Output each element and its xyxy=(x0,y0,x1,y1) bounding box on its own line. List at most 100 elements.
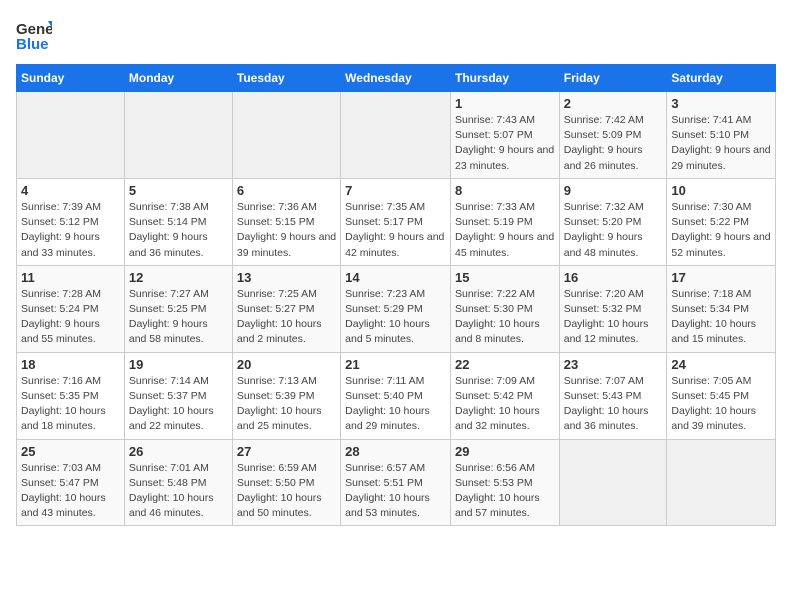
day-info: Sunrise: 7:36 AM Sunset: 5:15 PM Dayligh… xyxy=(237,200,336,261)
day-info: Sunrise: 7:25 AM Sunset: 5:27 PM Dayligh… xyxy=(237,287,336,348)
day-number: 17 xyxy=(671,270,771,285)
day-info: Sunrise: 7:41 AM Sunset: 5:10 PM Dayligh… xyxy=(671,113,771,174)
day-info: Sunrise: 7:05 AM Sunset: 5:45 PM Dayligh… xyxy=(671,374,771,435)
logo-icon: General Blue xyxy=(16,16,52,52)
calendar-cell: 8Sunrise: 7:33 AM Sunset: 5:19 PM Daylig… xyxy=(450,178,559,265)
calendar-cell: 18 Sunrise: 7:16 AM Sunset: 5:35 PM Dayli… xyxy=(17,352,125,439)
day-number: 1 xyxy=(455,96,555,111)
day-number: 2 xyxy=(564,96,663,111)
day-info: Sunrise: 7:28 AM Sunset: 5:24 PM Dayligh… xyxy=(21,287,120,348)
day-number: 9 xyxy=(564,183,663,198)
day-info: Sunrise: 7:18 AM Sunset: 5:34 PM Dayligh… xyxy=(671,287,771,348)
day-info: Sunrise: 7:03 AM Sunset: 5:47 PM Dayligh… xyxy=(21,461,120,522)
weekday-header-thursday: Thursday xyxy=(450,65,559,92)
day-info: Sunrise: 7:01 AM Sunset: 5:48 PM Dayligh… xyxy=(129,461,228,522)
calendar-cell: 6 Sunrise: 7:36 AM Sunset: 5:15 PM Daylig… xyxy=(232,178,340,265)
weekday-header-sunday: Sunday xyxy=(17,65,125,92)
day-number: 25 xyxy=(21,444,120,459)
calendar-body: 1 Sunrise: 7:43 AM Sunset: 5:07 PM Daylig… xyxy=(17,92,776,526)
day-info: Sunrise: 7:39 AM Sunset: 5:12 PM Dayligh… xyxy=(21,200,120,261)
calendar-cell xyxy=(17,92,125,179)
calendar-cell: 11 Sunrise: 7:28 AM Sunset: 5:24 PM Dayli… xyxy=(17,265,125,352)
day-number: 22 xyxy=(455,357,555,372)
logo: General Blue xyxy=(16,16,56,52)
day-number: 26 xyxy=(129,444,228,459)
calendar-cell: 15 Sunrise: 7:22 AM Sunset: 5:30 PM Dayli… xyxy=(450,265,559,352)
day-number: 18 xyxy=(21,357,120,372)
calendar-cell: 29 Sunrise: 6:56 AM Sunset: 5:53 PM Dayli… xyxy=(450,439,559,526)
day-info: Sunrise: 7:35 AM Sunset: 5:17 PM Dayligh… xyxy=(345,200,446,261)
calendar-cell: 22 Sunrise: 7:09 AM Sunset: 5:42 PM Dayli… xyxy=(450,352,559,439)
day-info: Sunrise: 7:22 AM Sunset: 5:30 PM Dayligh… xyxy=(455,287,555,348)
calendar-week-row: 25 Sunrise: 7:03 AM Sunset: 5:47 PM Dayli… xyxy=(17,439,776,526)
day-number: 3 xyxy=(671,96,771,111)
day-number: 19 xyxy=(129,357,228,372)
day-number: 12 xyxy=(129,270,228,285)
day-number: 15 xyxy=(455,270,555,285)
calendar-cell xyxy=(559,439,667,526)
calendar-table: SundayMondayTuesdayWednesdayThursdayFrid… xyxy=(16,64,776,526)
day-number: 10 xyxy=(671,183,771,198)
day-number: 20 xyxy=(237,357,336,372)
page-header: General Blue xyxy=(16,16,776,52)
day-number: 7 xyxy=(345,183,446,198)
day-info: Sunrise: 7:38 AM Sunset: 5:14 PM Dayligh… xyxy=(129,200,228,261)
calendar-cell: 7 Sunrise: 7:35 AM Sunset: 5:17 PM Daylig… xyxy=(341,178,451,265)
day-number: 27 xyxy=(237,444,336,459)
day-number: 5 xyxy=(129,183,228,198)
day-info: Sunrise: 7:27 AM Sunset: 5:25 PM Dayligh… xyxy=(129,287,228,348)
calendar-cell xyxy=(232,92,340,179)
calendar-cell: 4 Sunrise: 7:39 AM Sunset: 5:12 PM Daylig… xyxy=(17,178,125,265)
day-number: 24 xyxy=(671,357,771,372)
calendar-cell: 21Sunrise: 7:11 AM Sunset: 5:40 PM Dayli… xyxy=(341,352,451,439)
calendar-week-row: 11 Sunrise: 7:28 AM Sunset: 5:24 PM Dayli… xyxy=(17,265,776,352)
svg-text:Blue: Blue xyxy=(16,36,49,52)
weekday-header-tuesday: Tuesday xyxy=(232,65,340,92)
day-info: Sunrise: 6:59 AM Sunset: 5:50 PM Dayligh… xyxy=(237,461,336,522)
day-info: Sunrise: 6:57 AM Sunset: 5:51 PM Dayligh… xyxy=(345,461,446,522)
day-number: 28 xyxy=(345,444,446,459)
calendar-week-row: 1 Sunrise: 7:43 AM Sunset: 5:07 PM Daylig… xyxy=(17,92,776,179)
day-number: 4 xyxy=(21,183,120,198)
calendar-cell: 10 Sunrise: 7:30 AM Sunset: 5:22 PM Dayli… xyxy=(667,178,776,265)
calendar-cell: 14 Sunrise: 7:23 AM Sunset: 5:29 PM Dayli… xyxy=(341,265,451,352)
day-info: Sunrise: 7:32 AM Sunset: 5:20 PM Dayligh… xyxy=(564,200,663,261)
calendar-cell: 20 Sunrise: 7:13 AM Sunset: 5:39 PM Dayli… xyxy=(232,352,340,439)
calendar-cell: 5 Sunrise: 7:38 AM Sunset: 5:14 PM Daylig… xyxy=(124,178,232,265)
calendar-cell: 3 Sunrise: 7:41 AM Sunset: 5:10 PM Daylig… xyxy=(667,92,776,179)
calendar-cell xyxy=(124,92,232,179)
weekday-header-saturday: Saturday xyxy=(667,65,776,92)
day-info: Sunrise: 7:16 AM Sunset: 5:35 PM Dayligh… xyxy=(21,374,120,435)
weekday-header-row: SundayMondayTuesdayWednesdayThursdayFrid… xyxy=(17,65,776,92)
day-number: 29 xyxy=(455,444,555,459)
calendar-cell: 9 Sunrise: 7:32 AM Sunset: 5:20 PM Daylig… xyxy=(559,178,667,265)
day-info: Sunrise: 7:14 AM Sunset: 5:37 PM Dayligh… xyxy=(129,374,228,435)
day-info: Sunrise: 6:56 AM Sunset: 5:53 PM Dayligh… xyxy=(455,461,555,522)
day-info: Sunrise: 7:07 AM Sunset: 5:43 PM Dayligh… xyxy=(564,374,663,435)
day-number: 14 xyxy=(345,270,446,285)
weekday-header-monday: Monday xyxy=(124,65,232,92)
day-info: Sunrise: 7:30 AM Sunset: 5:22 PM Dayligh… xyxy=(671,200,771,261)
calendar-cell: 12 Sunrise: 7:27 AM Sunset: 5:25 PM Dayli… xyxy=(124,265,232,352)
day-info: Sunrise: 7:13 AM Sunset: 5:39 PM Dayligh… xyxy=(237,374,336,435)
day-info: Sunrise: 7:09 AM Sunset: 5:42 PM Dayligh… xyxy=(455,374,555,435)
calendar-cell: 26 Sunrise: 7:01 AM Sunset: 5:48 PM Dayli… xyxy=(124,439,232,526)
day-number: 6 xyxy=(237,183,336,198)
calendar-cell xyxy=(341,92,451,179)
day-number: 16 xyxy=(564,270,663,285)
day-number: 21 xyxy=(345,357,446,372)
day-number: 13 xyxy=(237,270,336,285)
day-number: 8 xyxy=(455,183,555,198)
calendar-cell: 28 Sunrise: 6:57 AM Sunset: 5:51 PM Dayli… xyxy=(341,439,451,526)
calendar-cell: 2Sunrise: 7:42 AM Sunset: 5:09 PM Daylig… xyxy=(559,92,667,179)
calendar-cell: 16Sunrise: 7:20 AM Sunset: 5:32 PM Dayli… xyxy=(559,265,667,352)
calendar-cell: 13 Sunrise: 7:25 AM Sunset: 5:27 PM Dayli… xyxy=(232,265,340,352)
day-info: Sunrise: 7:43 AM Sunset: 5:07 PM Dayligh… xyxy=(455,113,555,174)
calendar-cell: 23 Sunrise: 7:07 AM Sunset: 5:43 PM Dayli… xyxy=(559,352,667,439)
calendar-cell: 17 Sunrise: 7:18 AM Sunset: 5:34 PM Dayli… xyxy=(667,265,776,352)
day-number: 23 xyxy=(564,357,663,372)
calendar-cell: 24 Sunrise: 7:05 AM Sunset: 5:45 PM Dayli… xyxy=(667,352,776,439)
day-info: Sunrise: 7:23 AM Sunset: 5:29 PM Dayligh… xyxy=(345,287,446,348)
calendar-cell: 25 Sunrise: 7:03 AM Sunset: 5:47 PM Dayli… xyxy=(17,439,125,526)
day-number: 11 xyxy=(21,270,120,285)
